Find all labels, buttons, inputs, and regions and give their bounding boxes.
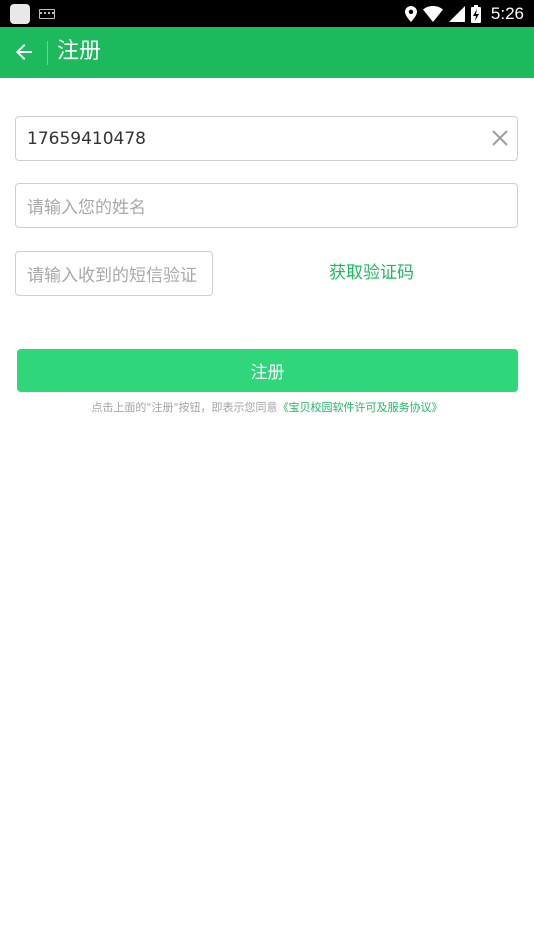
sms-code-field[interactable]: 请输入收到的短信验证 [15,251,213,296]
register-button-label: 注册 [250,363,285,383]
phone-value: 17659410478 [27,128,146,149]
name-placeholder: 请输入您的姓名 [27,198,146,218]
signal-icon [448,5,465,22]
agreement-link[interactable]: 《宝贝校园软件许可及服务协议》 [278,401,443,414]
keyboard-icon [39,9,55,19]
toolbar: 注册 [0,27,534,78]
agreement-text: 点击上面的"注册"按钮，即表示您同意《宝贝校园软件许可及服务协议》 [0,400,534,416]
page-title: 注册 [57,39,102,64]
register-button[interactable]: 注册 [17,349,518,392]
battery-charging-icon [470,4,481,23]
status-time: 5:26 [490,3,524,23]
toolbar-divider [47,41,48,65]
arrow-left-icon[interactable] [12,40,36,64]
app-icon [10,4,30,24]
sms-code-placeholder: 请输入收到的短信验证 [27,266,197,286]
location-icon [404,5,417,22]
agreement-prefix: 点击上面的"注册"按钮，即表示您同意 [91,401,278,414]
phone-field[interactable]: 17659410478 [15,116,518,161]
status-bar: 5:26 [0,0,534,27]
wifi-icon [422,5,443,22]
status-icons: 5:26 [404,0,524,27]
close-icon[interactable] [491,129,509,147]
get-code-button[interactable]: 获取验证码 [329,261,414,285]
name-field[interactable]: 请输入您的姓名 [15,183,518,228]
